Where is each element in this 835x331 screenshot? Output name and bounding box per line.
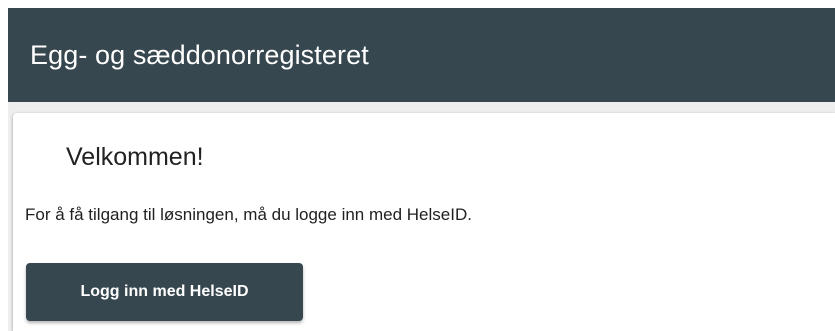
welcome-heading: Velkommen!: [66, 143, 204, 171]
app-header: Egg- og sæddonorregisteret: [8, 8, 835, 102]
app-title: Egg- og sæddonorregisteret: [30, 40, 369, 70]
login-instructions: For å få tilgang til løsningen, må du lo…: [25, 205, 472, 224]
welcome-card: Velkommen! For å få tilgang til løsninge…: [13, 113, 835, 331]
login-helseid-button[interactable]: Logg inn med HelseID: [26, 263, 303, 321]
app-frame: Egg- og sæddonorregisteret Velkommen! Fo…: [8, 8, 835, 331]
